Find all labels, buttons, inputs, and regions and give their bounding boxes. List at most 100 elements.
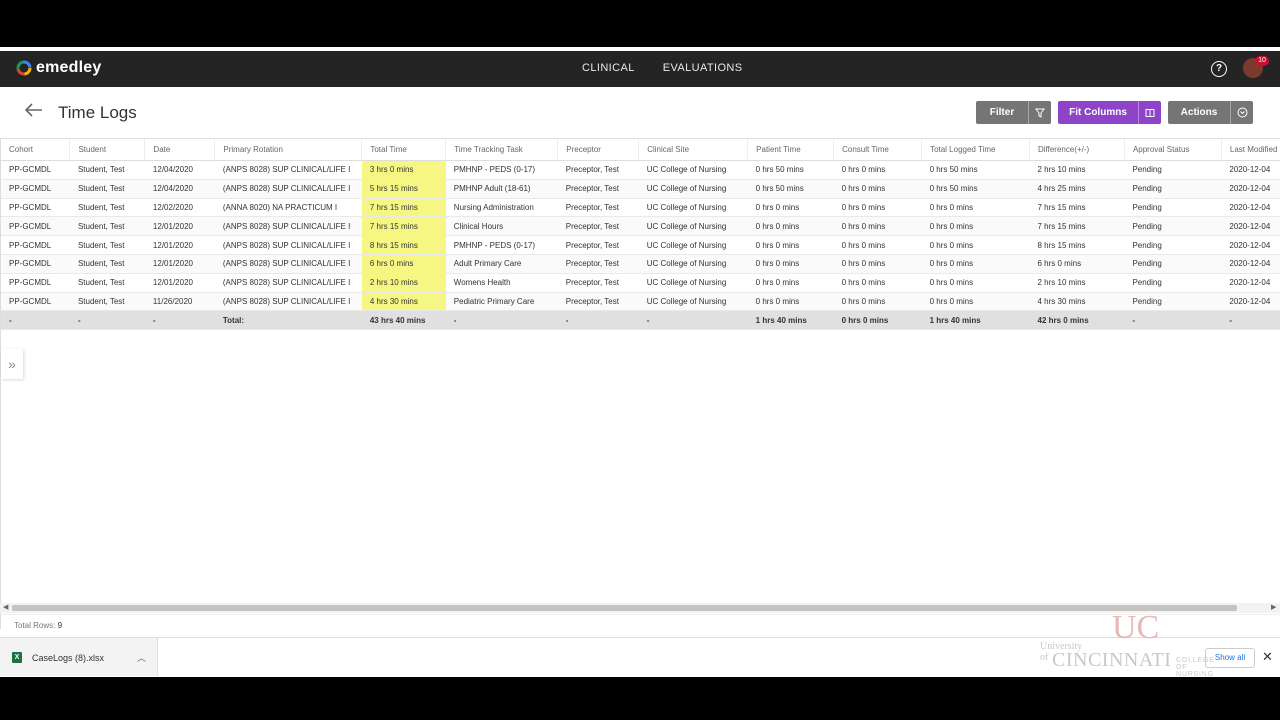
table-cell: PP-GCMDL (1, 292, 70, 312)
top-nav: emedley CLINICAL EVALUATIONS ? 10 (0, 51, 1280, 87)
back-arrow-icon[interactable] (24, 102, 44, 118)
col-header-difference[interactable]: Difference(+/-) (1029, 139, 1125, 161)
table-cell: 0 hrs 0 mins (833, 292, 922, 312)
table-cell: 12/01/2020 (144, 235, 215, 255)
table-cell: Pending (1124, 216, 1222, 237)
table-cell: PMHNP - PEDS (0-17) (445, 235, 558, 255)
grid-footer (0, 614, 1280, 637)
table-cell: 1 hrs 40 mins (921, 310, 1030, 331)
col-header-student[interactable]: Student (69, 139, 146, 161)
table-cell: Pending (1124, 254, 1222, 274)
table-cell: Student, Test (69, 216, 145, 237)
nav-link-clinical[interactable]: CLINICAL (582, 62, 635, 74)
fit-columns-label: Fit Columns (1069, 107, 1127, 118)
table-row[interactable]: PP-GCMDL Student, Test 12/02/2020 (ANNA 802… (1, 198, 1280, 218)
col-header-last-modified[interactable]: Last Modified (1221, 139, 1280, 161)
col-header-date[interactable]: Date (144, 139, 216, 161)
table-cell: Preceptor, Test (557, 235, 639, 255)
download-file-name: CaseLogs (8).xlsx (32, 653, 105, 663)
col-header-clinical-site[interactable]: Clinical Site (638, 139, 749, 161)
table-cell: Womens Health (445, 273, 558, 293)
table-cell: 12/04/2020 (144, 160, 215, 180)
filter-button-label: Filter (989, 107, 1015, 118)
table-row[interactable]: PP-GCMDL Student, Test 12/04/2020 (ANPS 802… (1, 160, 1280, 180)
table-cell: Student, Test (69, 160, 145, 180)
table-row[interactable]: PP-GCMDL Student, Test 12/01/2020 (ANPS 802… (1, 235, 1280, 255)
table-row[interactable]: PP-GCMDL Student, Test 12/01/2020 (ANPS 802… (1, 216, 1280, 237)
table-cell: 0 hrs 0 mins (833, 160, 922, 180)
notification-badge: 10 (1255, 56, 1269, 66)
table-cell: 4 hrs 30 mins (1029, 292, 1125, 312)
col-header-total-logged-time[interactable]: Total Logged Time (921, 139, 1030, 161)
table-cell: 4 hrs 30 mins (361, 292, 446, 312)
nav-link-evaluations[interactable]: EVALUATIONS (663, 62, 743, 74)
table-row[interactable]: PP-GCMDL Student, Test 12/01/2020 (ANPS 802… (1, 254, 1280, 274)
table-cell: - (1124, 310, 1222, 331)
chevron-up-icon[interactable]: ︿ (137, 651, 146, 664)
table-cell: UC College of Nursing (638, 235, 748, 255)
table-cell: 0 hrs 0 mins (747, 292, 834, 312)
table-cell: UC College of Nursing (638, 160, 748, 180)
col-header-primary-rotation[interactable]: Primary Rotation (214, 139, 363, 161)
table-cell: PP-GCMDL (1, 216, 70, 237)
filter-button[interactable]: Filter (976, 101, 1051, 124)
table-cell: 0 hrs 0 mins (921, 254, 1030, 274)
actions-button[interactable]: Actions (1168, 101, 1253, 124)
brand-logo[interactable]: emedley (16, 59, 101, 77)
table-cell: 0 hrs 50 mins (921, 179, 1030, 199)
table-cell: UC College of Nursing (638, 292, 748, 312)
filter-icon (1028, 101, 1051, 124)
table-cell: Preceptor, Test (557, 254, 639, 274)
table-cell: Student, Test (69, 273, 145, 293)
col-header-time-tracking-task[interactable]: Time Tracking Task (445, 139, 559, 161)
table-cell: 2020-12-04 (1221, 198, 1280, 218)
table-cell: (ANPS 8028) SUP CLINICAL/LIFE I (214, 273, 362, 293)
table-body: PP-GCMDL Student, Test 12/04/2020 (ANPS 802… (1, 160, 1280, 331)
table-cell: Preceptor, Test (557, 160, 639, 180)
scroll-right-icon[interactable]: ▶ (1271, 603, 1276, 613)
table-cell: PP-GCMDL (1, 179, 70, 199)
table-cell: 0 hrs 50 mins (747, 160, 834, 180)
table-cell: 6 hrs 0 mins (361, 254, 446, 274)
table-cell: 0 hrs 0 mins (921, 235, 1030, 255)
table-cell: 42 hrs 0 mins (1029, 310, 1125, 331)
col-header-total-time[interactable]: Total Time (361, 139, 447, 161)
table-cell: Student, Test (69, 235, 145, 255)
table-cell: 1 hrs 40 mins (747, 310, 834, 331)
table-cell: Pending (1124, 179, 1222, 199)
table-cell: 0 hrs 0 mins (747, 235, 834, 255)
col-header-preceptor[interactable]: Preceptor (557, 139, 640, 161)
table-row[interactable]: PP-GCMDL Student, Test 12/04/2020 (ANPS 802… (1, 179, 1280, 199)
main-nav: CLINICAL EVALUATIONS (582, 62, 743, 74)
close-icon[interactable]: ✕ (1262, 649, 1273, 665)
help-icon[interactable]: ? (1211, 61, 1227, 77)
table-cell: PP-GCMDL (1, 160, 70, 180)
col-header-patient-time[interactable]: Patient Time (747, 139, 835, 161)
table-cell: UC College of Nursing (638, 216, 748, 237)
fit-columns-button[interactable]: Fit Columns (1058, 101, 1161, 124)
table-cell: Student, Test (69, 292, 145, 312)
col-header-approval-status[interactable]: Approval Status (1124, 139, 1222, 161)
table-cell: - (69, 310, 145, 331)
chevron-down-circle-icon (1230, 101, 1253, 124)
watermark-college: COLLEGE OF NURSING (1176, 657, 1215, 677)
table-cell: 0 hrs 0 mins (833, 254, 922, 274)
table-cell: Student, Test (69, 198, 145, 218)
header-row: Cohort Student Date Primary Rotation Tot… (1, 139, 1280, 161)
col-header-cohort[interactable]: Cohort (1, 139, 71, 161)
table-cell: 0 hrs 0 mins (921, 216, 1030, 237)
scroll-left-icon[interactable]: ◀ (3, 603, 8, 613)
table-cell: Preceptor, Test (557, 292, 639, 312)
table-row[interactable]: PP-GCMDL Student, Test 12/01/2020 (ANPS 802… (1, 273, 1280, 293)
app-window: emedley CLINICAL EVALUATIONS ? 10 Time L… (0, 47, 1280, 677)
table-cell: 5 hrs 15 mins (361, 179, 446, 199)
table-cell: 12/01/2020 (144, 216, 215, 237)
col-header-consult-time[interactable]: Consult Time (833, 139, 923, 161)
table-cell: 0 hrs 0 mins (747, 254, 834, 274)
horizontal-scrollbar[interactable]: ◀ ▶ (0, 603, 1280, 613)
download-item[interactable]: X CaseLogs (8).xlsx ︿ (0, 638, 158, 676)
scrollbar-thumb[interactable] (12, 605, 1237, 611)
expand-sidebar-icon[interactable]: » (1, 349, 23, 379)
table-cell: 8 hrs 15 mins (1029, 235, 1125, 255)
table-row[interactable]: PP-GCMDL Student, Test 11/26/2020 (ANPS 802… (1, 292, 1280, 312)
